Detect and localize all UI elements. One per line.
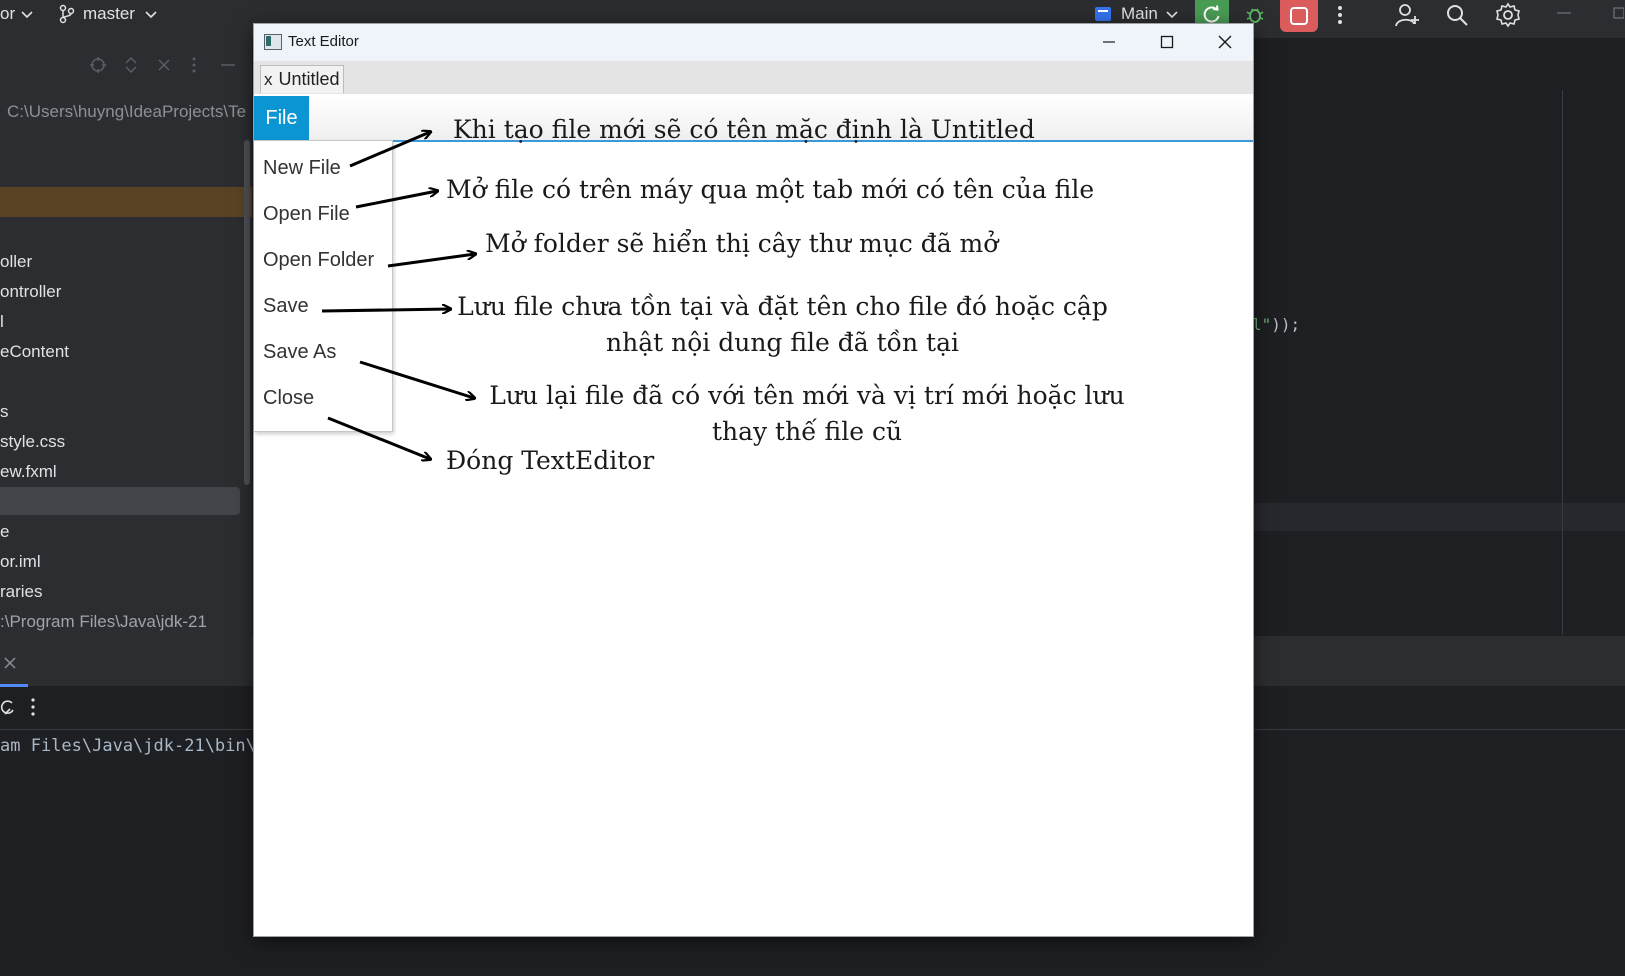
annotation-save-line1: Lưu file chưa tồn tại và đặt tên cho fil…: [457, 292, 1108, 321]
arrow-open-folder: [387, 254, 475, 268]
annotation-open-folder: Mở folder sẽ hiển thị cây thư mục đã mở: [485, 229, 999, 258]
arrow-save: [321, 309, 450, 311]
annotation-save-as-line1: Lưu lại file đã có với tên mới và vị trí…: [489, 381, 1125, 410]
annotation-new-file: Khi tạo file mới sẽ có tên mặc định là U…: [453, 115, 1035, 144]
annotation-arrows: [321, 0, 1625, 975]
annotation-save-line2: nhật nội dung file đã tồn tại: [606, 328, 959, 357]
annotation-open-file: Mở file có trên máy qua một tab mới có t…: [446, 175, 1095, 204]
arrow-open-file: [355, 191, 437, 209]
annotation-save-as-line2: thay thế file cũ: [711, 417, 903, 446]
arrow-close: [327, 416, 430, 459]
annotation-save-as: Lưu lại file đã có với tên mới và vị trí…: [482, 378, 1132, 450]
arrow-new-file: [349, 132, 430, 168]
annotation-save: Lưu file chưa tồn tại và đặt tên cho fil…: [455, 289, 1110, 361]
annotation-close: Đóng TextEditor: [446, 446, 655, 475]
arrow-save-as: [359, 360, 474, 398]
